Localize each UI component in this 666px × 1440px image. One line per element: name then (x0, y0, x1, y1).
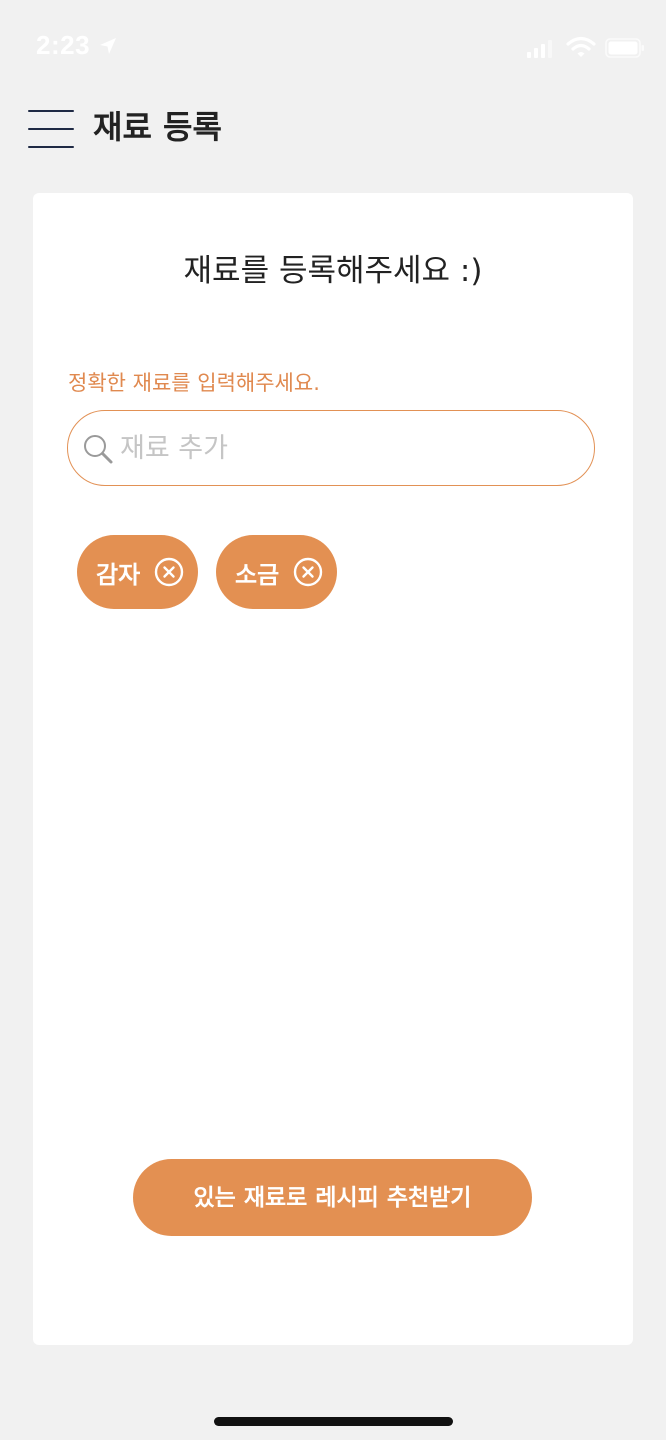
recommend-recipe-button[interactable]: 있는 재료로 레시피 추천받기 (133, 1159, 532, 1236)
hint-text: 정확한 재료를 입력해주세요. (68, 371, 320, 395)
ingredient-search-input[interactable] (120, 427, 560, 469)
search-box (67, 410, 595, 486)
app-header: 재료 등록 (0, 96, 666, 166)
battery-icon (605, 38, 644, 58)
status-bar: 2:23 (0, 0, 666, 96)
hamburger-menu-icon[interactable] (26, 108, 76, 150)
search-icon (84, 435, 113, 464)
home-indicator[interactable] (214, 1417, 453, 1426)
close-circle-icon[interactable] (293, 557, 323, 587)
card-title: 재료를 등록해주세요 :) (183, 253, 483, 289)
ingredient-card: 재료를 등록해주세요 :) 정확한 재료를 입력해주세요. 감자 소금 있는 (33, 193, 633, 1345)
wifi-icon (566, 36, 596, 57)
chip-label: 감자 (96, 561, 141, 589)
location-arrow-icon (100, 38, 116, 54)
ingredient-chip: 감자 (77, 535, 198, 609)
ingredient-chip: 소금 (216, 535, 337, 609)
close-circle-icon[interactable] (154, 557, 184, 587)
signal-icon (527, 40, 552, 58)
status-time: 2:23 (36, 30, 91, 60)
page-title: 재료 등록 (93, 108, 222, 146)
chip-label: 소금 (235, 561, 280, 589)
